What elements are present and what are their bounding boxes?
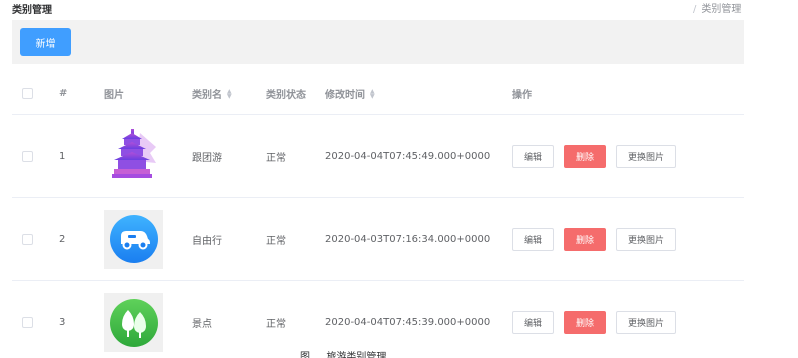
edit-button[interactable]: 编辑	[512, 227, 554, 251]
category-status: 正常	[266, 152, 286, 164]
modified-time: 2020-04-03T07:16:34.000+0000	[325, 233, 491, 245]
category-status: 正常	[266, 319, 286, 330]
change-image-button[interactable]: 更换图片	[616, 311, 676, 334]
column-header-modified[interactable]: 修改时间 ▲ ▼	[325, 73, 375, 114]
sort-icon[interactable]: ▲ ▼	[370, 88, 375, 99]
temple-icon	[111, 129, 156, 178]
figure-caption: 图 … 旅游类别管理	[300, 352, 387, 358]
breadcrumb: / 类别管理	[693, 0, 741, 15]
category-status: 正常	[266, 235, 286, 247]
page-title: 类别管理	[12, 5, 52, 16]
modified-time: 2020-04-04T07:45:49.000+0000	[325, 150, 491, 162]
column-header-status: 类别状态	[266, 90, 306, 101]
category-name: 跟团游	[192, 152, 222, 164]
breadcrumb-current[interactable]: 类别管理	[701, 4, 741, 15]
category-name: 景点	[192, 319, 212, 330]
category-table: # 图片 类别名 ▲ ▼ 类别状态 修改时间 ▲ ▼ 操作 1 跟团游 正常 2…	[12, 73, 744, 358]
category-image	[104, 209, 163, 269]
change-image-button[interactable]: 更换图片	[616, 227, 676, 251]
edit-button[interactable]: 编辑	[512, 144, 554, 168]
category-image	[104, 293, 163, 352]
column-header-image: 图片	[104, 90, 124, 101]
change-image-button[interactable]: 更换图片	[616, 144, 676, 168]
table-row: 1 跟团游 正常 2020-04-04T07:45:49.000+0000 编辑…	[12, 115, 744, 198]
category-image	[104, 126, 163, 186]
row-checkbox[interactable]	[22, 233, 33, 245]
table-row: 2 自由行 正常 2020-04-03T07:16:34.000+0000 编辑…	[12, 198, 744, 281]
row-index: 1	[59, 150, 66, 162]
column-header-name-label: 类别名	[192, 90, 222, 101]
row-index: 2	[59, 233, 66, 245]
row-checkbox[interactable]	[22, 317, 33, 328]
column-header-index: #	[59, 88, 68, 99]
toolbar: 新增	[12, 20, 744, 64]
sort-icon[interactable]: ▲ ▼	[227, 88, 232, 99]
delete-button[interactable]: 删除	[564, 311, 606, 334]
delete-button[interactable]: 删除	[564, 227, 606, 251]
edit-button[interactable]: 编辑	[512, 311, 554, 334]
column-header-modified-label: 修改时间	[325, 90, 365, 101]
category-name: 自由行	[192, 235, 222, 247]
column-header-name[interactable]: 类别名 ▲ ▼	[192, 73, 232, 114]
table-row: 3 景点 正常 2020-04-04T07:45:39.000+0000 编辑 …	[12, 281, 744, 358]
car-icon	[109, 215, 158, 263]
row-checkbox[interactable]	[22, 150, 33, 162]
delete-button[interactable]: 删除	[564, 144, 606, 168]
add-button[interactable]: 新增	[20, 28, 71, 56]
column-header-ops: 操作	[512, 90, 532, 101]
table-header-row: # 图片 类别名 ▲ ▼ 类别状态 修改时间 ▲ ▼ 操作	[12, 73, 744, 115]
trees-icon	[109, 298, 158, 347]
row-index: 3	[59, 317, 66, 328]
breadcrumb-separator: /	[693, 4, 697, 15]
modified-time: 2020-04-04T07:45:39.000+0000	[325, 317, 491, 328]
select-all-checkbox[interactable]	[22, 88, 33, 99]
